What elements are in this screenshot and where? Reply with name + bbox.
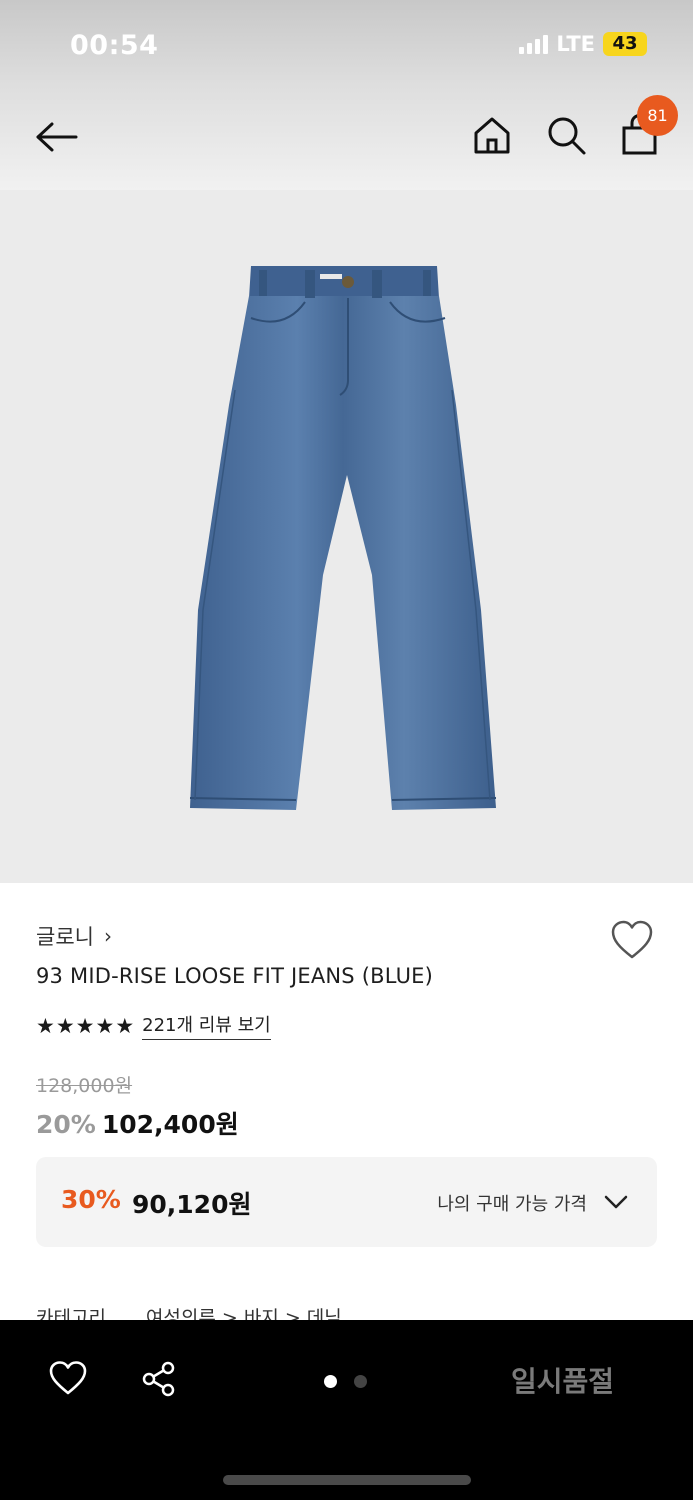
benefit-price: 90,120원 <box>132 1190 252 1219</box>
back-button[interactable] <box>28 106 88 166</box>
share-icon <box>142 1361 175 1397</box>
star-icon: ★ <box>36 1013 55 1038</box>
wishlist-button[interactable] <box>609 919 655 961</box>
category-label: 카테고리 <box>36 1307 106 1320</box>
share-button[interactable] <box>140 1360 178 1398</box>
product-name: 93 MID-RISE LOOSE FIT JEANS (BLUE) <box>36 964 434 988</box>
home-indicator <box>223 1475 471 1485</box>
original-price: 128,000원 <box>36 1075 133 1097</box>
sale-price-row: 20% 102,400원 <box>36 1105 239 1141</box>
benefit-label: 나의 구매 가능 가격 <box>437 1194 587 1215</box>
soldout-button[interactable]: 일시품절 <box>511 1360 614 1400</box>
star-icon: ★ <box>75 1013 95 1038</box>
product-image[interactable] <box>0 190 693 883</box>
status-time: 00:54 <box>70 30 159 61</box>
benefit-rate: 30% <box>61 1185 121 1214</box>
star-icon: ★ <box>115 1013 135 1038</box>
category-row: 카테고리 여성의류 > 바지 > 데님 <box>36 1303 342 1320</box>
category-path[interactable]: 여성의류 > 바지 > 데님 <box>146 1303 342 1320</box>
status-indicators: LTE 43 <box>519 32 647 56</box>
benefit-price-box[interactable]: 30% 90,120원 나의 구매 가능 가격 <box>36 1157 657 1247</box>
cart-count-badge: 81 <box>637 95 678 136</box>
product-info: 글로니 › 93 MID-RISE LOOSE FIT JEANS (BLUE)… <box>0 883 693 1320</box>
heart-icon <box>611 920 653 959</box>
home-button[interactable] <box>469 112 515 158</box>
star-rating: ★ ★ ★ ★ ★ <box>36 1014 134 1038</box>
search-icon <box>548 117 586 155</box>
carousel-dot-active <box>324 1375 337 1388</box>
sale-price: 102,400원 <box>101 1110 239 1139</box>
signal-icon <box>519 34 549 54</box>
home-icon <box>474 117 510 154</box>
rating-row: ★ ★ ★ ★ ★ 221개 리뷰 보기 <box>36 1011 271 1040</box>
chevron-right-icon: › <box>103 924 112 948</box>
bottom-action-bar: 일시품절 <box>0 1320 693 1500</box>
discount-rate: 20% <box>36 1110 96 1139</box>
heart-icon <box>49 1361 87 1395</box>
top-header: 00:54 LTE 43 81 <box>0 0 693 190</box>
brand-name: 글로니 <box>36 925 94 949</box>
brand-link[interactable]: 글로니 › <box>36 921 112 951</box>
review-link[interactable]: 221개 리뷰 보기 <box>142 1011 271 1040</box>
chevron-down-icon <box>604 1195 628 1209</box>
battery-icon: 43 <box>603 32 647 56</box>
star-icon: ★ <box>55 1013 75 1038</box>
star-icon: ★ <box>95 1013 115 1038</box>
carousel-dot <box>354 1375 367 1388</box>
carousel-indicator <box>324 1375 367 1388</box>
network-label: LTE <box>556 32 595 56</box>
jeans-image <box>189 266 497 810</box>
back-arrow-icon <box>36 122 78 152</box>
search-button[interactable] <box>543 112 589 158</box>
bottom-wishlist-button[interactable] <box>48 1360 88 1396</box>
